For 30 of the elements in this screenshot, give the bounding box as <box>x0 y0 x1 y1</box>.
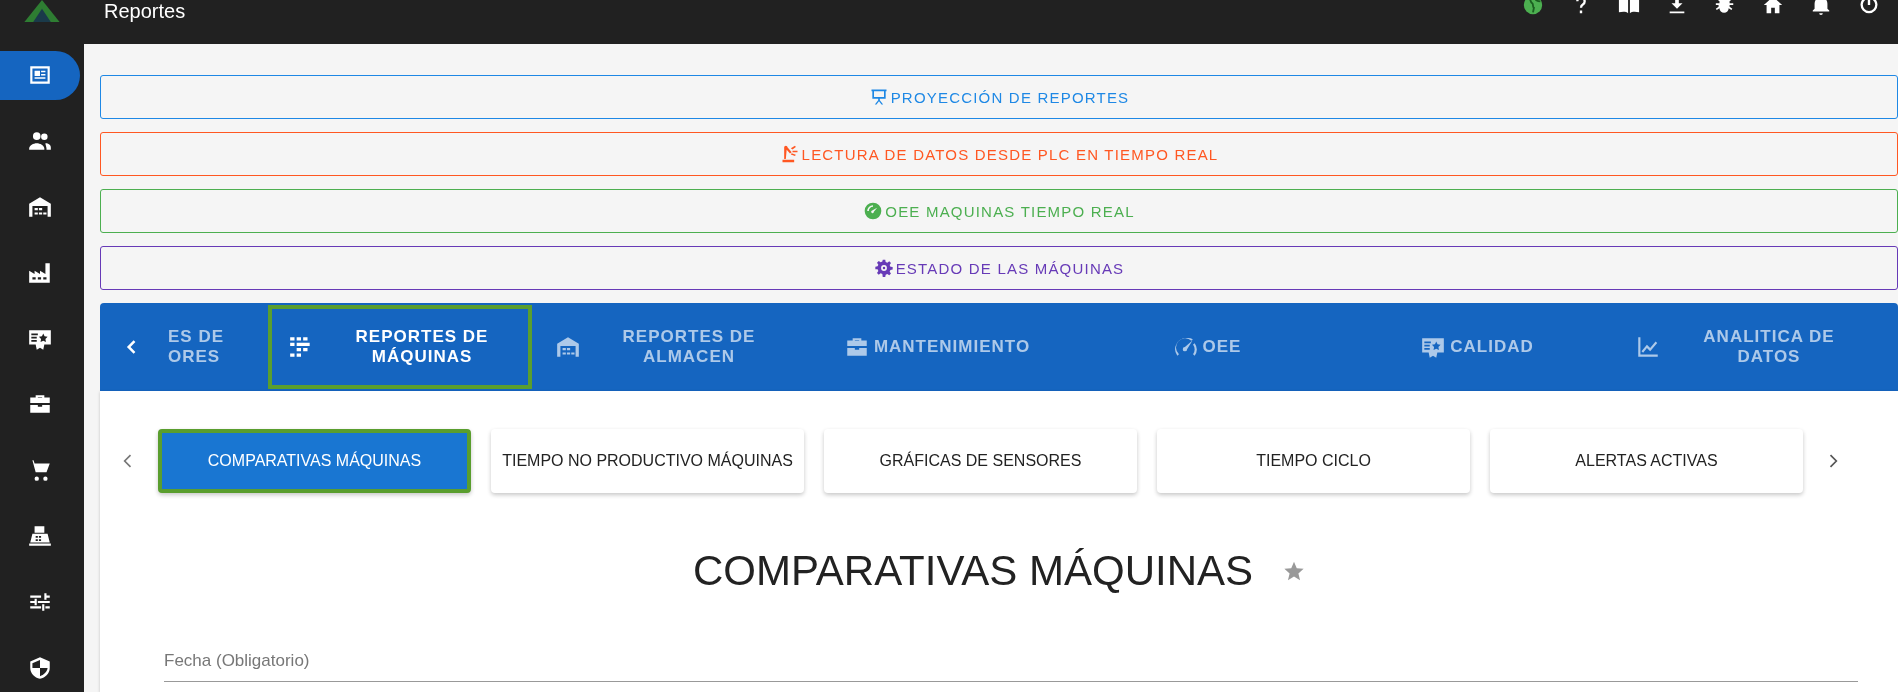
link-button[interactable]: LECTURA DE DATOS DESDE PLC EN TIEMPO REAL <box>100 132 1898 176</box>
home-icon[interactable] <box>1762 0 1784 16</box>
tab[interactable]: ALERTAS ACTIVAS <box>1490 429 1803 493</box>
power-icon[interactable] <box>1858 0 1880 16</box>
tab[interactable]: TIEMPO CICLO <box>1157 429 1470 493</box>
tab[interactable]: OEE <box>1072 305 1342 389</box>
gauge-icon <box>863 201 884 221</box>
sidebar-item[interactable] <box>0 51 80 100</box>
app-title: Reportes <box>104 0 186 22</box>
tab[interactable]: MANTENIMIENTO <box>802 305 1072 389</box>
star-icon[interactable] <box>1283 560 1306 582</box>
tab[interactable]: ANALITICA DE DATOS <box>1612 305 1882 389</box>
link-button[interactable]: OEE MAQUINAS TIEMPO REAL <box>100 189 1898 233</box>
shield-icon <box>27 654 53 681</box>
gear-icon <box>873 258 894 278</box>
link-button[interactable]: ESTADO DE LAS MÁQUINAS <box>100 246 1898 290</box>
chart-icon <box>1635 334 1661 360</box>
tab[interactable]: CALIDAD <box>1342 305 1612 389</box>
tab[interactable]: COMPARATIVAS MÁQUINAS <box>158 429 471 493</box>
tab[interactable]: ES DE ORES <box>154 305 268 389</box>
link-button[interactable]: PROYECCIÓN DE REPORTES <box>100 75 1898 119</box>
book-icon[interactable] <box>1618 0 1640 16</box>
tab[interactable]: GRÁFICAS DE SENSORES <box>824 429 1137 493</box>
tab[interactable]: REPORTES DE ALMACEN <box>532 305 802 389</box>
tab[interactable]: TIEMPO NO PRODUCTIVO MÁQUINAS <box>491 429 804 493</box>
page-title: COMPARATIVAS MÁQUINAS <box>692 547 1254 595</box>
bell-icon[interactable] <box>1810 0 1832 16</box>
globe-icon[interactable] <box>1522 0 1544 16</box>
tab[interactable]: REPORTES DE MÁQUINAS <box>268 305 532 389</box>
bug-icon[interactable] <box>1714 0 1736 16</box>
